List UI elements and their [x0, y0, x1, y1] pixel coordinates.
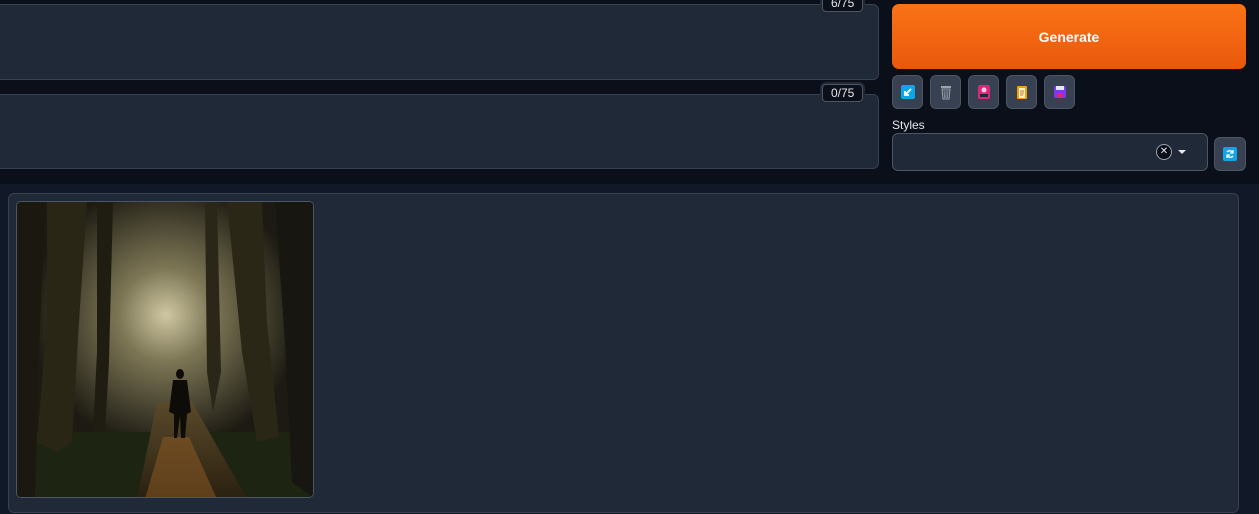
extra-networks-button[interactable]	[968, 75, 999, 109]
negative-prompt-textarea[interactable]	[0, 94, 879, 169]
floppy-save-icon	[1053, 86, 1066, 98]
caret-down-icon[interactable]	[1178, 150, 1186, 154]
styles-dropdown[interactable]: ✕	[892, 133, 1208, 171]
close-icon[interactable]: ✕	[1156, 144, 1172, 160]
prompt-token-counter: 6/75	[822, 0, 864, 12]
prompt-textarea[interactable]	[0, 4, 879, 80]
generate-button[interactable]: Generate	[892, 4, 1246, 69]
forest-path-image	[17, 202, 313, 497]
read-params-button[interactable]	[892, 75, 923, 109]
clear-prompt-button[interactable]	[930, 75, 961, 109]
styles-label: Styles	[892, 118, 925, 132]
save-style-button[interactable]	[1044, 75, 1075, 109]
picture-card-icon	[977, 85, 990, 99]
refresh-styles-button[interactable]	[1214, 137, 1246, 171]
negative-prompt-token-counter: 0/75	[822, 84, 864, 102]
trash-icon	[940, 86, 951, 100]
apply-style-button[interactable]	[1006, 75, 1037, 109]
gallery-image-thumbnail[interactable]	[16, 201, 314, 498]
clipboard-icon	[1016, 86, 1027, 99]
refresh-icon	[1223, 147, 1237, 161]
arrow-down-left-icon	[900, 85, 915, 99]
